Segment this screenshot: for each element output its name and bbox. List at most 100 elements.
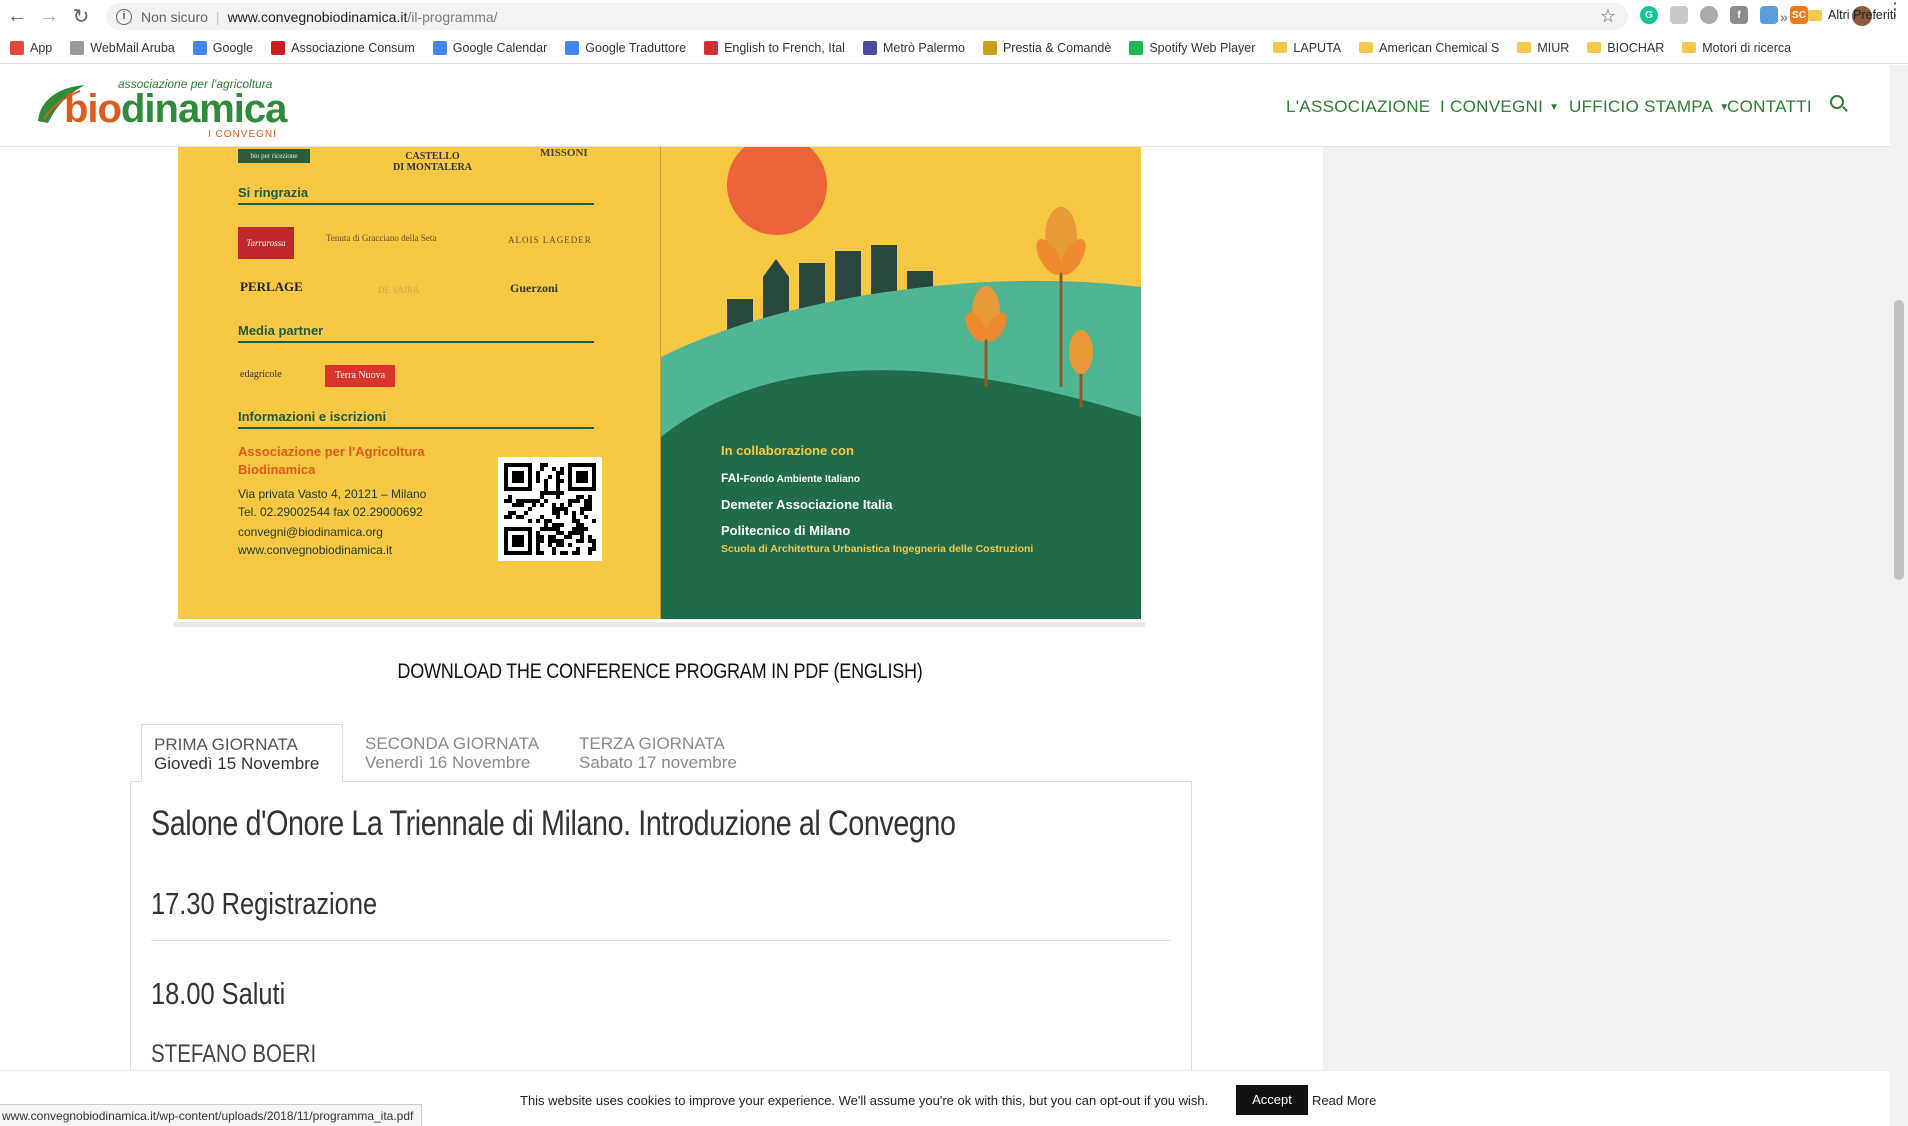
nav-item-ufficio-stampa[interactable]: UFFICIO STAMPA ▼ [1569,97,1730,117]
url-path: /il-programma/ [407,8,498,25]
poster-address: Via privata Vasto 4, 20121 – Milano [238,487,427,501]
poster-logo-tarrarossa: Tarrarossa [238,227,294,259]
sc-extension-icon[interactable]: SC [1790,6,1808,24]
cookie-accept-button[interactable]: Accept [1236,1085,1308,1115]
poster-logo-edagricole: edagricole [240,369,282,380]
address-bar[interactable]: i Non sicuro | www.convegnobiodinamica.i… [106,3,1628,30]
bookmark-item[interactable]: Spotify Web Player [1129,40,1256,55]
translate-extension-icon[interactable] [1760,6,1778,24]
spotify-icon [1129,40,1144,55]
tab-terza-giornata[interactable]: TERZA GIORNATA Sabato 17 novembre [567,724,767,782]
nav-label: L'ASSOCIAZIONE [1286,97,1431,116]
bookmark-item[interactable]: Metrò Palermo [862,40,965,55]
bookmark-label: American Chemical S [1379,40,1500,55]
site-logo[interactable]: associazione per l'agricoltura biodinami… [30,73,290,141]
scrollbar-track[interactable] [1890,65,1908,1126]
url-host: www.convegnobiodinamica.it [227,8,408,25]
poster-thanks-heading: Si ringrazia [238,185,309,200]
bookmark-label: App [30,40,53,55]
bookmark-item[interactable]: WebMail Aruba [70,40,175,55]
poster-media-heading: Media partner [238,323,324,338]
back-arrow-icon[interactable]: ← [2,1,32,31]
nav-item-convegni[interactable]: I CONVEGNI ▼ [1440,97,1559,117]
facebook-icon[interactable]: f [1730,6,1748,24]
poster-divider [238,427,594,429]
poster-collab-politecnico: Politecnico di Milano [721,523,851,538]
speaker-name: STEFANO BOERI [151,1040,317,1068]
bookmark-label: Metrò Palermo [882,40,965,55]
poster-logo-guerzoni: Guerzoni [510,281,558,295]
dropbox-icon[interactable] [1670,6,1688,24]
poster-logo-gracciano: Tenuta di Gracciano della Seta [326,233,437,243]
circle-extension-icon[interactable] [1700,6,1718,24]
bookmark-label: MIUR [1537,40,1570,55]
bookmark-item[interactable]: Google Calendar [432,40,547,55]
poster-web: www.convegnobiodinamica.it [238,543,393,557]
folder-icon [1273,42,1288,53]
tab-date: Sabato 17 novembre [579,753,737,772]
tab-prima-giornata[interactable]: PRIMA GIORNATA Giovedì 15 Novembre [141,724,343,782]
bookmark-label: WebMail Aruba [90,40,175,55]
nav-label: I CONVEGNI [1440,97,1544,116]
nav-item-associazione[interactable]: L'ASSOCIAZIONE [1286,97,1430,117]
bookmark-item[interactable]: American Chemical S [1359,41,1499,55]
bookmark-item[interactable]: Associazione Consum [271,40,415,55]
info-icon[interactable]: i [116,8,132,25]
apps-grid-icon [10,40,24,55]
forward-arrow-icon[interactable]: → [34,1,64,31]
scrollbar-thumb[interactable] [1894,300,1904,580]
nav-label: UFFICIO STAMPA [1569,97,1714,116]
translate-icon [565,40,580,55]
bookmark-label: English to French, Ital [724,40,845,55]
metro-icon [862,40,877,55]
poster-org-name: Associazione per l'Agricoltura Biodinami… [238,444,425,477]
tab-seconda-giornata[interactable]: SECONDA GIORNATA Venerdì 16 Novembre [353,724,559,782]
poster-logo-terranuova: Terra Nuova [325,365,395,387]
folder-icon [1517,42,1532,53]
cookie-message: This website uses cookies to improve you… [520,1093,1209,1108]
schedule-item: 18.00 Saluti [151,976,286,1011]
bookmark-item[interactable]: MIUR [1517,41,1569,55]
poster-divider [238,341,594,343]
grammarly-icon[interactable]: G [1640,6,1658,24]
download-program-link[interactable]: DOWNLOAD THE CONFERENCE PROGRAM IN PDF (… [92,660,1227,684]
logo-bio: bio [64,87,122,131]
logo-dinamica: dinamica [120,87,287,131]
poster-divider [238,203,594,205]
consumer-icon [271,40,286,55]
poster-missoni-logo: MISSONI [540,147,588,159]
bookmark-label: Associazione Consum [291,40,415,55]
bookmark-item[interactable]: Prestia & Comandè [982,40,1111,55]
bookmark-other-favorites[interactable]: Altri Preferiti [1808,8,1896,22]
address-separator: | [215,8,220,25]
bookmark-item[interactable]: Motori di ricerca [1682,41,1791,55]
bookmark-item[interactable]: LAPUTA [1273,41,1341,55]
qr-code-icon [504,463,596,555]
poster-info-heading: Informazioni e iscrizioni [238,409,387,424]
divider [151,940,1171,941]
folder-icon [1682,42,1697,53]
browser-toolbar: ← → ↻ i Non sicuro | www.convegnobiodina… [0,0,1908,32]
cookie-read-more-link[interactable]: Read More [1312,1093,1376,1108]
poster-collab-fai: FAI-Fondo Ambiente Italiano [721,471,860,485]
bookmark-label: Google Traduttore [585,40,687,55]
conference-poster: bio per ricezione CASTELLO DI MONTALERA … [178,147,1141,619]
poster-email: convegni@biodinamica.org [238,525,383,539]
poster-collab-heading: In collaborazione con [721,443,854,458]
bookmark-item[interactable]: App [10,40,53,55]
poster-collab-fai-name: FAI [721,471,740,485]
bookmark-item[interactable]: BIOCHAR [1587,41,1664,55]
search-icon[interactable] [1830,95,1844,109]
nav-label: CONTATTI [1727,97,1812,116]
bookmarks-overflow-icon[interactable]: » [1780,9,1788,25]
nav-item-contatti[interactable]: CONTATTI [1727,97,1812,117]
poster-castello-logo: CASTELLO DI MONTALERA [393,151,472,173]
site-header: associazione per l'agricoltura biodinami… [0,65,1890,147]
bookmark-item[interactable]: Google Traduttore [565,40,687,55]
folder-icon [1587,42,1602,53]
bookmark-star-icon[interactable]: ☆ [1600,6,1616,27]
bookmark-label: Spotify Web Player [1149,40,1256,55]
reload-icon[interactable]: ↻ [66,1,96,31]
bookmark-item[interactable]: English to French, Ital [704,40,845,55]
bookmark-item[interactable]: Google [192,40,253,55]
